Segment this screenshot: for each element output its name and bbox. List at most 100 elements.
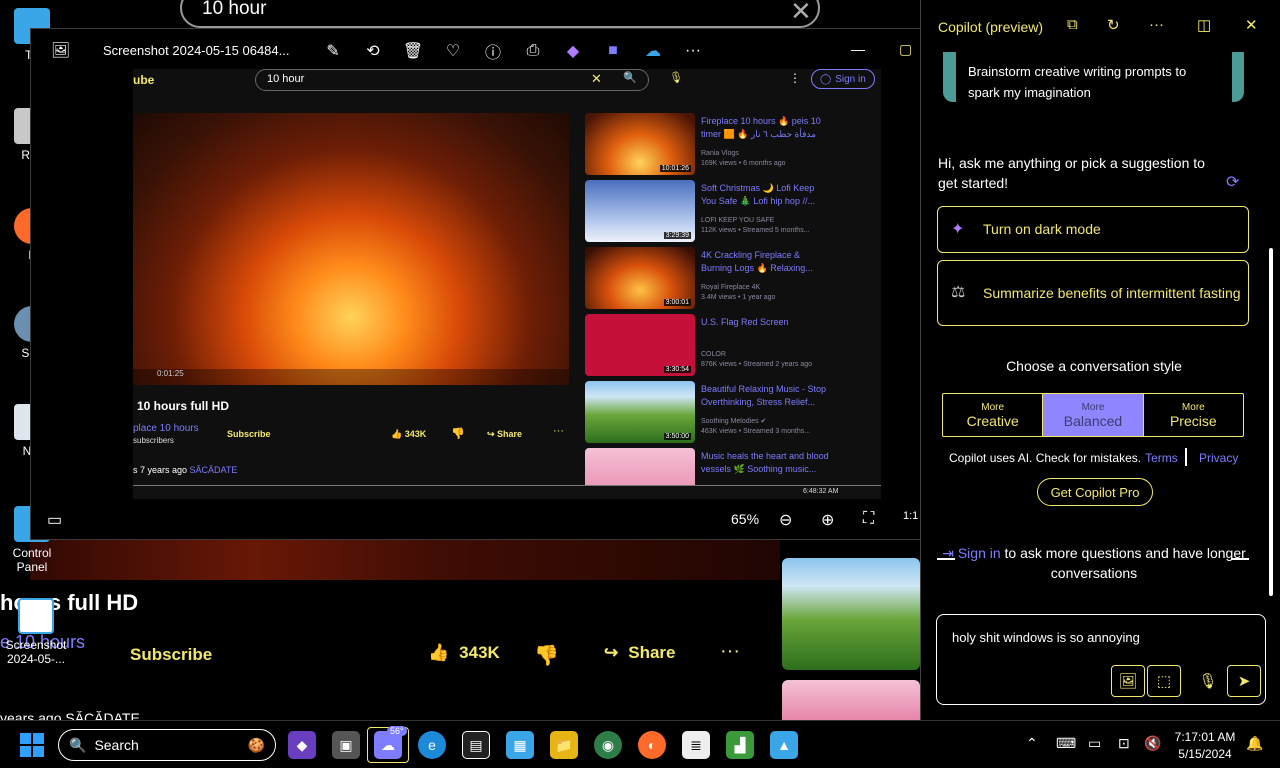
photos-icon[interactable]: ▲ (770, 731, 798, 759)
recommendation-thumbnail: 3:50:00 (585, 381, 695, 443)
open-in-new-icon[interactable]: ⧉ (1067, 16, 1078, 33)
shot-signin-button: ◯ Sign in (811, 69, 875, 89)
background-like-count: 343K (459, 643, 500, 662)
shot-like-count: 👍 343K (391, 429, 427, 439)
chat-input-text[interactable]: holy shit windows is so annoying (952, 630, 1140, 645)
style-precise-button[interactable]: More Precise (1142, 394, 1243, 436)
background-like-button: 👍 343K (428, 643, 500, 663)
taskbar-search[interactable]: 🔍 Search 🍪 (58, 729, 276, 761)
chevron-up-icon[interactable]: ⌃ (1026, 735, 1038, 752)
network-icon[interactable]: ⊡ (1118, 735, 1130, 752)
control-panel-icon[interactable]: ▦ (506, 731, 534, 759)
scales-icon: ⚖ (951, 284, 966, 302)
list-item: 3:50:00 Beautiful Relaxing Music - Stop … (585, 381, 881, 448)
recommendation-thumbnail: 10:01:26 (585, 113, 695, 175)
shot-subscribe-button: Subscribe (227, 429, 271, 439)
windows-logo-icon (20, 733, 31, 744)
thumbs-down-icon: 👎 (534, 645, 559, 667)
copilot-panel: Copilot (preview) ⧉ ↻ ··· ◫ ✕ Brainstorm… (920, 0, 1280, 720)
shot-video-player: 0:01:25 (133, 113, 569, 385)
list-item: 3:29:39 Soft Christmas 🌙 Lofi Keep You S… (585, 180, 881, 247)
background-close-icon: ✕ (790, 0, 812, 26)
print-icon[interactable]: ⎙ (513, 39, 553, 63)
refresh-icon[interactable]: ↻ (1107, 16, 1120, 34)
shot-taskbar: 6:48:32 AM (133, 485, 881, 499)
fit-to-window-icon[interactable]: ⛶ (863, 510, 874, 528)
start-button[interactable] (20, 733, 44, 757)
conversation-style-selector: More Creative More Balanced More Precise (942, 393, 1244, 437)
more-options-icon[interactable]: ··· (673, 39, 713, 63)
previous-suggestion-card[interactable]: Brainstorm creative writing prompts to s… (943, 52, 1244, 102)
network-globe-icon[interactable]: ◉ (594, 731, 622, 759)
send-icon[interactable]: ➤ (1227, 665, 1261, 697)
background-share-label: Share (628, 643, 676, 662)
shot-share-button: ↪ Share (487, 429, 523, 439)
desktop-icon-screenshot[interactable]: Screenshot 2024-05-... (4, 598, 68, 666)
microphone-icon: 🎙 (669, 72, 683, 84)
background-search-text: 10 hour (202, 0, 267, 19)
copilot-taskbar-icon[interactable]: ◆ (288, 731, 316, 759)
rotate-icon[interactable]: ⟲ (353, 39, 393, 63)
zoom-out-icon[interactable]: ⊖ (779, 510, 792, 530)
video-editor-icon[interactable]: ■ (593, 39, 633, 63)
edit-image-icon[interactable]: ✎ (313, 39, 353, 63)
volume-muted-icon[interactable]: 🔇 (1144, 735, 1161, 752)
search-icon: 🔍 (623, 72, 637, 84)
filmstrip-icon[interactable]: ▭ (47, 510, 62, 530)
firefox-icon[interactable]: ◐ (638, 731, 666, 759)
actual-size-icon[interactable]: 1:1 (903, 510, 918, 522)
chat-input-box[interactable]: holy shit windows is so annoying 🖼 ⬚ 🎙 ➤ (936, 614, 1266, 705)
task-view-icon[interactable]: ▣ (332, 731, 360, 759)
display-icon[interactable]: ▭ (1088, 735, 1101, 752)
ai-disclaimer: Copilot uses AI. Check for mistakes. Ter… (949, 451, 1178, 465)
info-icon[interactable]: ⓘ (473, 39, 513, 63)
sparkle-icon: ✦ (951, 220, 965, 238)
taskbar-clock[interactable]: 7:17:01 AM 5/15/2024 (1170, 729, 1240, 764)
microphone-icon[interactable]: 🎙 (1191, 665, 1225, 697)
file-explorer-icon[interactable]: 📁 (550, 731, 578, 759)
notepad-icon[interactable]: ≣ (682, 731, 710, 759)
terms-link[interactable]: Terms (1145, 451, 1178, 465)
terminal-icon[interactable]: ▤ (462, 731, 490, 759)
privacy-link[interactable]: Privacy (1199, 451, 1238, 465)
close-icon[interactable]: ✕ (1245, 16, 1258, 34)
clock-time: 7:17:01 AM (1174, 730, 1236, 744)
viewer-toolbar: ✎ ⟲ 🗑 ♡ ⓘ ⎙ ◆ ■ ☁ ··· (313, 39, 713, 63)
signin-prompt: ⇥ Sign in to ask more questions and have… (942, 545, 1246, 582)
copilot-title: Copilot (preview) (938, 19, 1044, 35)
add-image-icon[interactable]: 🖼 (1111, 665, 1145, 697)
search-icon: 🔍 (69, 736, 87, 753)
maximize-button[interactable]: ▢ (899, 41, 912, 58)
refresh-suggestions-icon[interactable]: ⟳ (1226, 172, 1239, 192)
sign-in-link[interactable]: Sign in (958, 545, 1001, 561)
delete-icon[interactable]: 🗑 (393, 39, 433, 63)
onedrive-off-icon[interactable]: ☁ (633, 39, 673, 63)
dock-panel-icon[interactable]: ◫ (1197, 16, 1211, 34)
get-copilot-pro-button[interactable]: Get Copilot Pro (1037, 478, 1153, 506)
list-item: 3:00:01 4K Crackling Fireplace & Burning… (585, 247, 881, 314)
viewer-title-bar: 🖼 Screenshot 2024-05-15 06484... ✎ ⟲ 🗑 ♡… (31, 29, 921, 73)
favorite-heart-icon[interactable]: ♡ (433, 39, 473, 63)
notification-bell-icon[interactable]: 🔔 (1246, 735, 1263, 752)
chart-app-icon[interactable]: ▟ (726, 731, 754, 759)
more-options-icon[interactable]: ··· (1149, 16, 1164, 33)
zoom-in-icon[interactable]: ⊕ (821, 510, 834, 530)
style-creative-button[interactable]: More Creative (943, 394, 1042, 436)
zoom-level: 65% (731, 511, 760, 527)
suggestion-dark-mode[interactable]: ✦ Turn on dark mode (937, 206, 1249, 253)
minimize-button[interactable]: — (851, 41, 865, 57)
taskbar-search-label: Search (94, 737, 139, 753)
panel-scrollbar[interactable] (1269, 248, 1273, 596)
edge-icon[interactable]: e (418, 731, 446, 759)
clipchamp-icon[interactable]: ◆ (553, 39, 593, 63)
windows-taskbar: 🔍 Search 🍪 ◆ ▣ ☁ 56° e ▤ ▦ 📁 ◉ ◐ ≣ ▟ ▲ ⌃… (0, 720, 1280, 768)
weather-badge: 56° (387, 726, 407, 736)
shot-search-text: 10 hour (267, 73, 305, 85)
screenshot-capture-icon[interactable]: ⬚ (1147, 665, 1181, 697)
style-balanced-button[interactable]: More Balanced (1042, 394, 1143, 436)
suggestion-intermittent-fasting[interactable]: ⚖ Summarize benefits of intermittent fas… (937, 260, 1249, 326)
keyboard-icon[interactable]: ⌨ (1056, 735, 1076, 752)
shot-upload-date: s 7 years ago SĂCĂDATE (133, 465, 238, 475)
photos-viewer-window[interactable]: 🖼 Screenshot 2024-05-15 06484... ✎ ⟲ 🗑 ♡… (30, 28, 922, 540)
account-icon: ◯ (820, 73, 832, 85)
